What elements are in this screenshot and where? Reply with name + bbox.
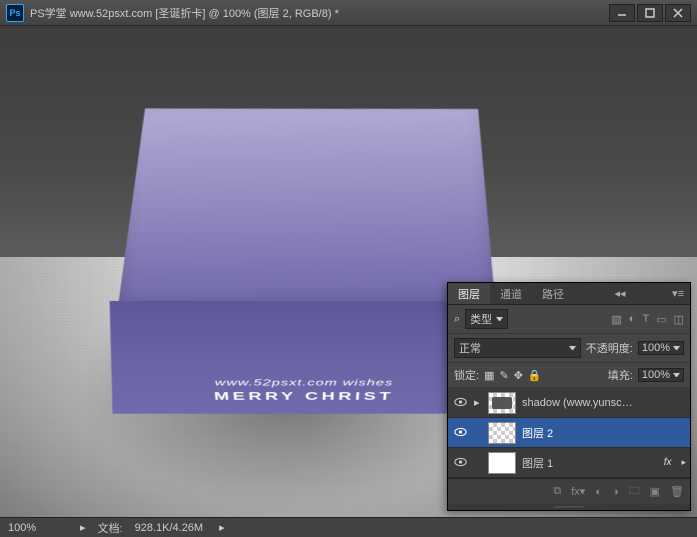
fill-label: 填充: (608, 367, 633, 383)
new-layer-icon[interactable]: ▣ (650, 485, 660, 498)
blend-row: 正常 不透明度: 100% (448, 334, 690, 363)
doc-size: 928.1K/4.26M (135, 522, 204, 534)
trash-icon[interactable]: 🗑 (670, 485, 684, 498)
lock-all-icon[interactable]: 🔒 (528, 369, 542, 382)
panel-resize-grip[interactable] (448, 504, 690, 510)
tab-paths[interactable]: 路径 (532, 283, 574, 304)
layers-panel[interactable]: 图层 通道 路径 ◂◂ ▾≡ ⌕ 类型 ▧ ◐ T ▭ ◫ 正常 (447, 282, 691, 511)
panel-menu-icon[interactable]: ▾≡ (666, 287, 690, 300)
visibility-icon[interactable] (452, 456, 468, 470)
panel-tabs: 图层 通道 路径 ◂◂ ▾≡ (448, 283, 690, 305)
fill-field[interactable]: 100% (638, 368, 684, 382)
filter-type-select[interactable]: 类型 (465, 309, 508, 329)
visibility-icon[interactable] (452, 396, 468, 410)
card-top-panel (116, 103, 496, 318)
filter-pixel-icon[interactable]: ▧ (611, 313, 621, 326)
lock-trans-icon[interactable]: ▦ (484, 369, 494, 382)
search-icon[interactable]: ⌕ (454, 313, 460, 326)
group-icon[interactable]: 🗀 (629, 482, 640, 501)
close-button[interactable] (665, 4, 691, 22)
tab-layers[interactable]: 图层 (448, 283, 490, 304)
layer-row[interactable]: 图层 1 fx ▸ (448, 448, 690, 478)
filter-type-icon[interactable]: T (642, 313, 649, 325)
opacity-field[interactable]: 100% (638, 341, 684, 355)
opacity-value: 100% (642, 342, 670, 354)
blend-mode-label: 正常 (459, 340, 481, 356)
layer-row[interactable]: ▸ shadow (www.yunsc… (448, 388, 690, 418)
chevron-down-icon (673, 373, 680, 378)
minimize-button[interactable] (609, 4, 635, 22)
filter-icons: ▧ ◐ T ▭ ◫ (611, 313, 684, 326)
link-icon[interactable]: ⧉ (553, 485, 561, 498)
blend-mode-select[interactable]: 正常 (454, 338, 581, 358)
opacity-label: 不透明度: (586, 340, 633, 356)
window-title: PS学堂 www.52psxt.com [圣诞折卡] @ 100% (图层 2,… (30, 5, 609, 21)
lock-row: 锁定: ▦ ✎ ✥ 🔒 填充: 100% (448, 363, 690, 388)
chevron-down-icon (673, 346, 680, 351)
arrow-icon: ▸ (474, 396, 482, 409)
filter-smart-icon[interactable]: ◫ (674, 313, 684, 326)
doc-label: 文档: (98, 520, 123, 536)
visibility-icon[interactable] (452, 426, 468, 440)
card-text: www.52psxt.com wishes MERRY CHRIST (105, 378, 503, 403)
panel-double-arrow-icon[interactable]: ◂◂ (609, 287, 632, 300)
titlebar: Ps PS学堂 www.52psxt.com [圣诞折卡] @ 100% (图层… (0, 0, 697, 26)
layer-name[interactable]: shadow (www.yunsc… (522, 397, 686, 409)
maximize-button[interactable] (637, 4, 663, 22)
window-controls (609, 4, 691, 22)
filter-row: ⌕ 类型 ▧ ◐ T ▭ ◫ (448, 305, 690, 334)
filter-adjust-icon[interactable]: ◐ (629, 313, 636, 325)
lock-label: 锁定: (454, 367, 479, 383)
chevron-down-icon (496, 317, 503, 322)
chevron-down-icon (569, 346, 576, 351)
status-bar: 100% ▸ 文档: 928.1K/4.26M ▸ (0, 517, 697, 537)
layer-name[interactable]: 图层 2 (522, 425, 686, 441)
layer-thumbnail[interactable] (488, 452, 516, 474)
ps-icon: Ps (6, 4, 24, 22)
layer-row[interactable]: 图层 2 (448, 418, 690, 448)
tab-channels[interactable]: 通道 (490, 283, 532, 304)
panel-footer: ⧉ fx▾ ◐ ◑ 🗀 ▣ 🗑 (448, 478, 690, 504)
fx-badge[interactable]: fx (664, 457, 672, 468)
lock-paint-icon[interactable]: ✎ (499, 369, 508, 382)
zoom-menu-icon[interactable]: ▸ (80, 521, 86, 534)
card-line2: MERRY CHRIST (108, 390, 501, 403)
fx-menu-icon[interactable]: fx▾ (571, 485, 585, 498)
layer-thumbnail[interactable] (488, 422, 516, 444)
chevron-icon[interactable]: ▸ (681, 457, 686, 468)
layer-list: ▸ shadow (www.yunsc… 图层 2 图层 1 fx ▸ (448, 388, 690, 478)
zoom-level[interactable]: 100% (8, 522, 68, 534)
layer-thumbnail[interactable] (488, 392, 516, 414)
lock-move-icon[interactable]: ✥ (514, 369, 523, 382)
filter-type-label: 类型 (470, 311, 492, 327)
fill-value: 100% (642, 369, 670, 381)
app-window: Ps PS学堂 www.52psxt.com [圣诞折卡] @ 100% (图层… (0, 0, 697, 537)
card-line1: www.52psxt.com wishes (105, 378, 503, 388)
doc-menu-icon[interactable]: ▸ (219, 521, 225, 534)
mask-icon[interactable]: ◐ (595, 486, 602, 498)
adjustment-icon[interactable]: ◑ (612, 486, 619, 498)
filter-shape-icon[interactable]: ▭ (656, 313, 666, 326)
layer-name[interactable]: 图层 1 (522, 455, 658, 471)
